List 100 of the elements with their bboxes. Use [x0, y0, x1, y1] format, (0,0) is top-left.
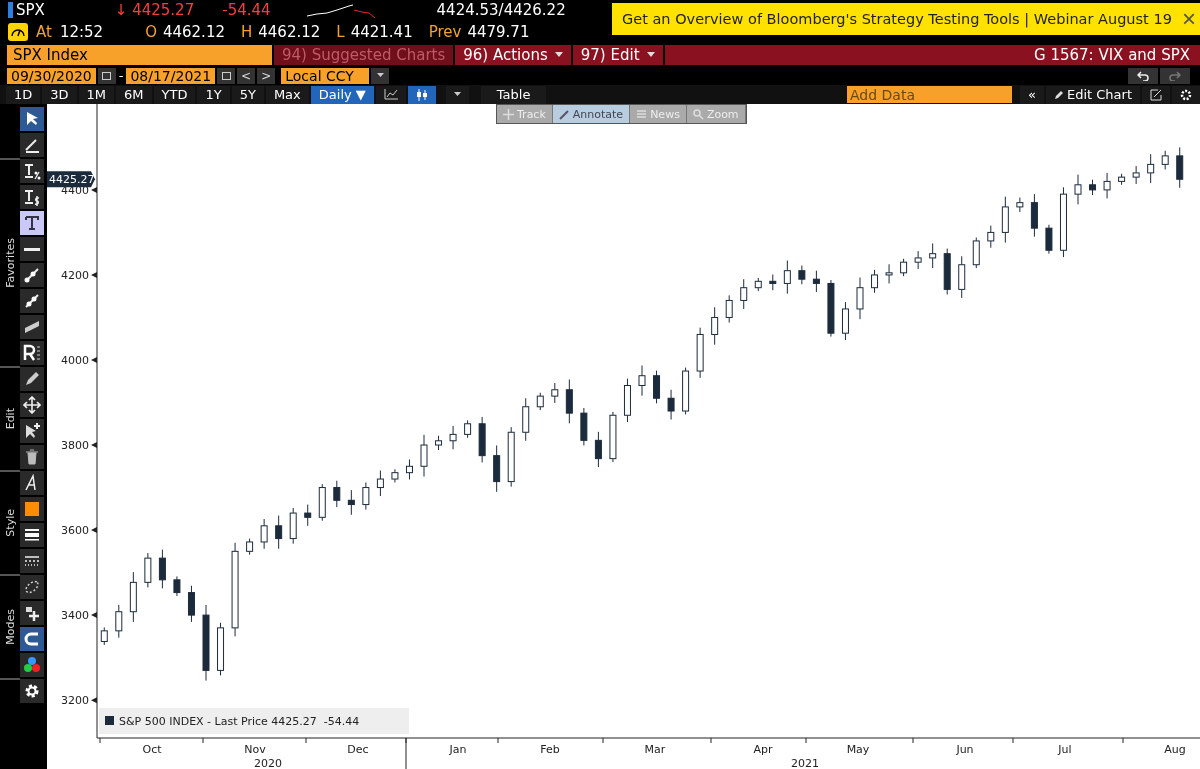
tool-button[interactable] — [20, 107, 44, 131]
collapse-button[interactable]: « — [1020, 85, 1044, 104]
table-button[interactable]: Table — [480, 85, 547, 104]
tool-button[interactable] — [20, 133, 44, 157]
tool-button[interactable] — [20, 471, 44, 495]
period-tab[interactable]: 6M — [116, 85, 152, 104]
tool-button[interactable] — [20, 263, 44, 287]
tool-button[interactable] — [20, 445, 44, 469]
tool-button[interactable] — [20, 549, 44, 573]
x-axis-label: Mar — [644, 743, 666, 756]
color-swatch-icon — [23, 500, 41, 518]
tool-button[interactable] — [20, 393, 44, 417]
candlestick — [275, 515, 283, 550]
tool-button[interactable] — [20, 237, 44, 261]
edit-button[interactable] — [1142, 85, 1170, 104]
tool-button[interactable] — [20, 211, 44, 235]
tool-button[interactable] — [20, 679, 44, 703]
calendar-button[interactable] — [97, 67, 116, 84]
y-axis-label: 4000 — [61, 354, 89, 367]
tool-button[interactable] — [20, 575, 44, 599]
field-label: L — [336, 23, 345, 42]
overlay-tool-button[interactable]: Annotate — [552, 105, 631, 123]
period-tab[interactable]: 1M — [78, 85, 115, 104]
sparkline — [306, 1, 377, 18]
price-change: -54.44 — [222, 0, 271, 19]
field-label: Prev — [428, 23, 462, 42]
candlestick — [987, 225, 995, 249]
next-button[interactable]: > — [257, 67, 276, 84]
settings-button[interactable] — [1172, 85, 1200, 104]
calendar-icon — [221, 71, 231, 81]
candlestick — [929, 242, 937, 269]
close-button[interactable]: × — [1182, 7, 1196, 31]
candlestick — [1147, 153, 1155, 184]
redo-icon — [1169, 70, 1181, 81]
candlestick — [333, 480, 341, 508]
dropdown-button[interactable] — [445, 85, 469, 104]
channel-icon — [23, 318, 41, 336]
field-label: O — [145, 23, 157, 42]
chart-type-button[interactable] — [407, 85, 436, 104]
tool-button[interactable] — [20, 419, 44, 443]
add-data-field[interactable]: Add Data — [847, 86, 1012, 104]
edit-chart-button[interactable]: Edit Chart — [1045, 85, 1140, 104]
redo-button[interactable] — [1160, 67, 1190, 84]
period-tab[interactable]: Max — [265, 85, 309, 104]
tool-button[interactable] — [20, 341, 44, 365]
period-tab[interactable]: 1D — [6, 85, 41, 104]
year-label: 2020 — [254, 757, 282, 769]
last-price: ↓ 4425.27 — [114, 0, 195, 19]
candlestick — [173, 575, 181, 597]
end-date-field[interactable]: 08/17/2021 — [126, 67, 216, 84]
start-date-field[interactable]: 09/30/2020 — [7, 67, 96, 84]
tool-button[interactable] — [20, 315, 44, 339]
candlestick — [798, 265, 806, 285]
promo-banner[interactable]: Get an Overview of Bloomberg's Strategy Testing Tools | Webinar August 19 × — [612, 3, 1200, 35]
period-tab[interactable]: 1Y — [197, 85, 230, 104]
quote-time: 12:52 — [59, 23, 104, 42]
menu-button[interactable]: 96) Actions — [455, 45, 571, 66]
security-field[interactable]: SPX Index — [7, 45, 272, 66]
section-label: Favorites — [3, 238, 17, 288]
period-tab[interactable]: YTD — [153, 85, 196, 104]
candlestick — [667, 389, 675, 421]
tool-button[interactable] — [20, 367, 44, 391]
candlestick — [1016, 197, 1024, 213]
candlestick — [653, 370, 661, 404]
candlestick — [420, 434, 428, 477]
currency-dropdown[interactable]: Local CCY — [281, 67, 370, 84]
candlestick — [347, 489, 355, 516]
y-axis-label: 3200 — [61, 694, 89, 708]
dropdown-button[interactable] — [371, 67, 390, 84]
line-width-icon — [23, 526, 41, 544]
x-axis-label: Oct — [142, 743, 162, 756]
pencil-icon — [1053, 89, 1064, 100]
tool-button[interactable] — [20, 653, 44, 677]
tool-button[interactable] — [20, 627, 44, 651]
period-tab[interactable]: 3D — [42, 85, 77, 104]
tool-button[interactable] — [20, 289, 44, 313]
x-axis-label: Jun — [956, 743, 974, 756]
previous-button[interactable]: < — [237, 67, 256, 84]
field-label: H — [240, 23, 253, 42]
tool-button[interactable] — [20, 159, 44, 183]
candlestick — [885, 263, 893, 284]
candlestick — [158, 549, 166, 589]
menu-button[interactable]: 97) Edit — [572, 45, 663, 66]
tool-button[interactable] — [20, 497, 44, 521]
calendar-button[interactable] — [217, 67, 236, 84]
candlestick — [594, 431, 602, 468]
chart-title: G 1567: VIX and SPX — [1034, 46, 1190, 65]
undo-button[interactable] — [1128, 67, 1158, 84]
tool-button[interactable] — [20, 523, 44, 547]
candlestick — [914, 250, 922, 270]
pointer-plus-icon — [23, 422, 41, 440]
candlestick — [1074, 174, 1082, 205]
list-icon — [636, 108, 648, 120]
period-tab[interactable]: 5Y — [231, 85, 264, 104]
pen-line-icon — [23, 136, 41, 154]
tool-button[interactable] — [20, 601, 44, 625]
caret-icon — [376, 73, 384, 79]
frequency-dropdown[interactable]: Daily ▼ — [310, 85, 374, 104]
x-axis-label: Nov — [244, 743, 266, 756]
tool-button[interactable] — [20, 185, 44, 209]
